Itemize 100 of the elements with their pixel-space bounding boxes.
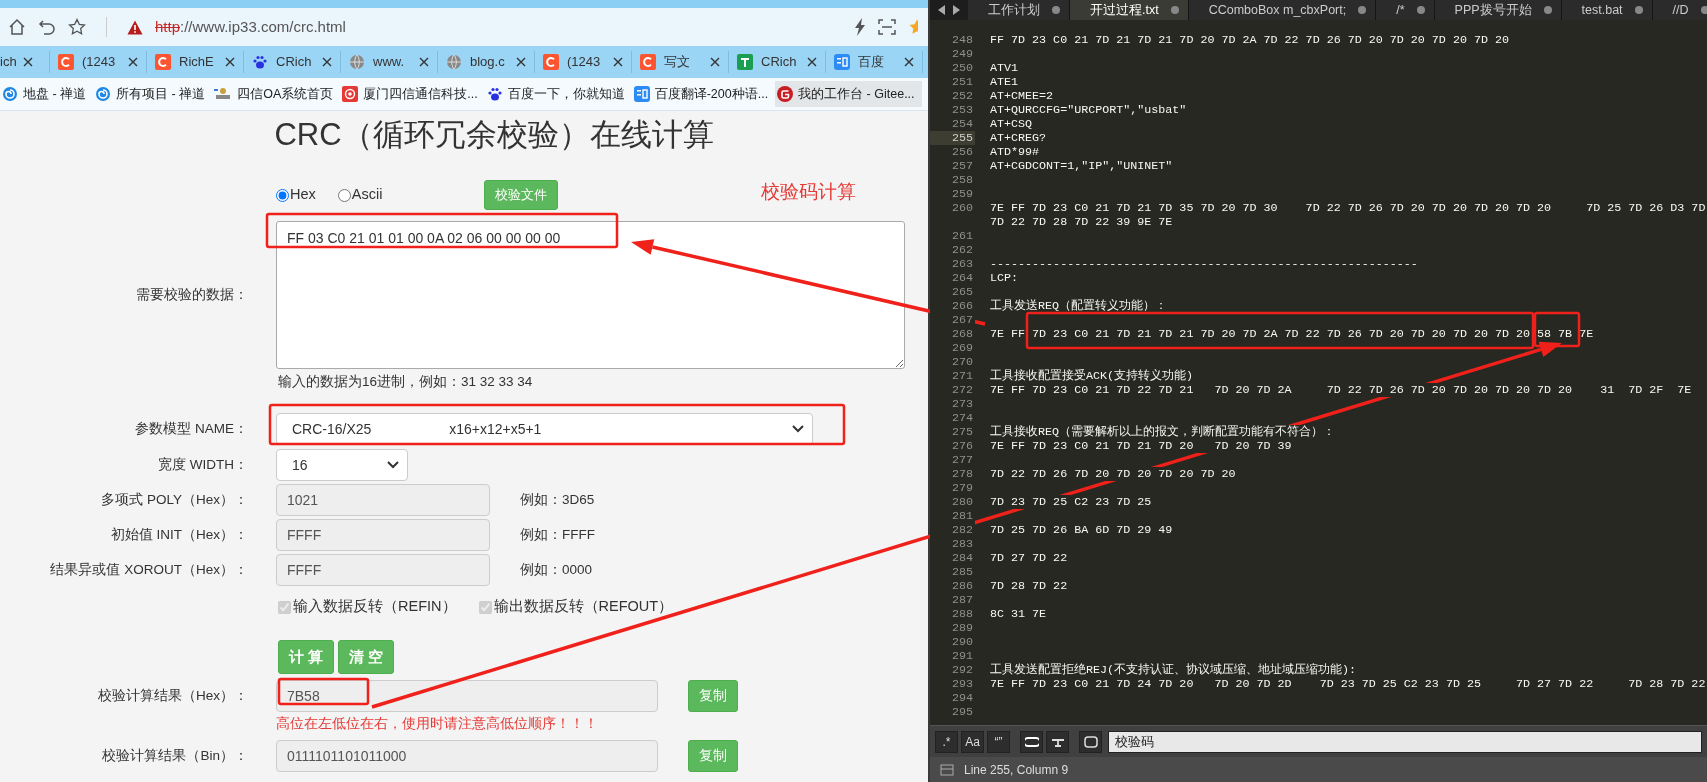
oa-logo-icon — [214, 87, 233, 101]
close-icon[interactable] — [419, 57, 429, 67]
bookmark[interactable]: 厦门四信通信科技... — [340, 80, 485, 108]
radio-label[interactable]: Ascii — [351, 184, 383, 206]
editor-tab[interactable]: CComboBox m_cbxPort; — [1188, 0, 1377, 20]
close-icon[interactable] — [516, 57, 526, 67]
result-field[interactable]: 0111101101011000 — [276, 740, 658, 773]
paw-icon — [252, 54, 268, 70]
c-logo-icon — [58, 54, 74, 70]
result-field[interactable]: 7B58 — [276, 680, 658, 712]
radio-label[interactable]: Hex — [290, 184, 316, 206]
globe-icon — [349, 54, 365, 70]
editor-tab[interactable]: //D — [1652, 0, 1707, 20]
close-icon[interactable] — [322, 57, 332, 67]
field-label: 参数模型 NAME： — [134, 420, 249, 439]
data-textarea[interactable]: FF 03 C0 21 01 01 00 0A 02 06 00 00 00 00 — [276, 221, 905, 369]
translate-icon — [834, 54, 850, 70]
close-icon[interactable] — [225, 57, 235, 67]
toggle-button[interactable]: “” — [987, 730, 1010, 753]
dot-icon[interactable] — [1634, 6, 1643, 14]
warning-icon — [127, 19, 143, 35]
swirl-icon — [95, 86, 112, 102]
example-text: 例如：0000 — [520, 561, 593, 580]
home-icon[interactable] — [8, 18, 26, 36]
close-icon[interactable] — [22, 57, 33, 67]
browser-tab[interactable]: (1243 — [50, 51, 147, 73]
editor-tab[interactable]: PPP拨号开始 — [1434, 0, 1562, 20]
editor-tab[interactable]: /* — [1376, 0, 1435, 20]
param-field[interactable]: FFFF — [276, 519, 490, 552]
toggle-button[interactable]: .* — [935, 730, 958, 753]
bookmark[interactable]: 地盘 - 禅道 — [0, 80, 94, 108]
field-label: 初始值 INIT（Hex）： — [109, 526, 249, 545]
at-sign-icon — [342, 86, 359, 102]
browser-tab[interactable]: blog.c — [438, 51, 535, 73]
radio-button[interactable] — [337, 188, 351, 202]
browser-tab[interactable]: ich — [0, 51, 50, 73]
close-icon[interactable] — [904, 57, 914, 67]
field-label: 多项式 POLY（Hex）： — [100, 491, 249, 510]
param-field[interactable]: 1021 — [276, 484, 490, 517]
url-text[interactable]: http://www.ip33.com/crc.html — [155, 15, 346, 39]
dot-icon[interactable] — [1543, 6, 1552, 14]
param-field[interactable]: FFFF — [276, 554, 490, 587]
field-label: 结果异或值 XOROUT（Hex）： — [49, 561, 249, 580]
back-icon[interactable] — [38, 18, 56, 36]
screenshot-icon[interactable] — [878, 19, 896, 35]
translate-icon — [633, 86, 650, 102]
browser-tab[interactable]: RichE — [147, 51, 244, 73]
browser-tab[interactable]: (1243 — [535, 51, 632, 73]
highlight-toggle[interactable] — [1079, 730, 1102, 753]
t-logo-icon — [737, 54, 753, 70]
editor-tab[interactable]: 工作计划 — [968, 0, 1070, 20]
bolt-icon[interactable] — [854, 18, 866, 36]
wrap-toggle[interactable] — [1020, 730, 1043, 753]
browser-tab[interactable]: www. — [341, 51, 438, 73]
line-number: 282 — [930, 523, 975, 537]
example-text: 例如：3D65 — [520, 491, 595, 510]
left-arrow-icon[interactable] — [938, 5, 945, 15]
field-label: 校验计算结果（Hex）： — [97, 686, 249, 705]
line-number: 255 — [930, 131, 975, 145]
field-label: 宽度 WIDTH： — [157, 456, 249, 475]
dot-icon[interactable] — [1052, 6, 1060, 14]
selection-toggle[interactable] — [1046, 730, 1069, 753]
model-select[interactable]: CRC-16/X25 x16+x12+x5+1 — [276, 413, 813, 446]
close-icon[interactable] — [710, 57, 720, 67]
browser-tab[interactable]: 百度 — [826, 51, 923, 73]
bookmark[interactable]: 四信OA系统首页 — [212, 80, 341, 108]
panel-icon[interactable] — [940, 763, 954, 776]
browser-tab[interactable]: 写文 — [632, 51, 729, 73]
c-logo-icon — [155, 54, 171, 70]
dot-icon[interactable] — [1358, 6, 1367, 14]
status-text: Line 255, Column 9 — [964, 761, 1069, 779]
hint-text: 输入的数据为16进制，例如：31 32 33 34 — [278, 373, 534, 391]
width-select[interactable]: 16 — [276, 449, 408, 482]
star-icon[interactable] — [68, 18, 86, 36]
bookmark[interactable]: 所有项目 - 禅道 — [93, 80, 213, 108]
browser-tab[interactable]: CRich — [244, 51, 341, 73]
radio-button[interactable] — [276, 188, 289, 202]
close-icon[interactable] — [613, 57, 623, 67]
close-icon[interactable] — [128, 57, 138, 67]
right-arrow-icon[interactable] — [953, 5, 960, 15]
star-icon[interactable] — [908, 18, 918, 36]
line-number: 266 — [930, 299, 975, 313]
dot-icon[interactable] — [1170, 6, 1179, 14]
frame-icon — [1083, 735, 1098, 748]
line-number: 267 — [930, 313, 975, 327]
editor-tab[interactable]: test.bat — [1561, 0, 1653, 20]
bookmark[interactable]: 我的工作台 - Gitee... — [775, 80, 922, 108]
bookmark[interactable]: 百度翻译-200种语... — [631, 80, 776, 108]
c-logo-icon — [543, 54, 559, 70]
field-label: 需要校验的数据： — [135, 285, 249, 304]
dot-icon[interactable] — [1416, 6, 1425, 14]
c-logo-icon — [640, 54, 656, 70]
annotation-text: 校验码计算 — [761, 180, 857, 204]
close-icon[interactable] — [807, 57, 817, 67]
find-field[interactable]: 校验码 — [1108, 730, 1702, 753]
browser-tab[interactable]: CRich — [729, 51, 826, 73]
example-text: 例如：FFFF — [520, 526, 595, 545]
bookmark[interactable]: 百度一下，你就知道 — [484, 80, 632, 108]
toggle-button[interactable]: Aa — [961, 730, 984, 753]
editor-tab[interactable]: 开过过程.txt — [1070, 0, 1189, 20]
